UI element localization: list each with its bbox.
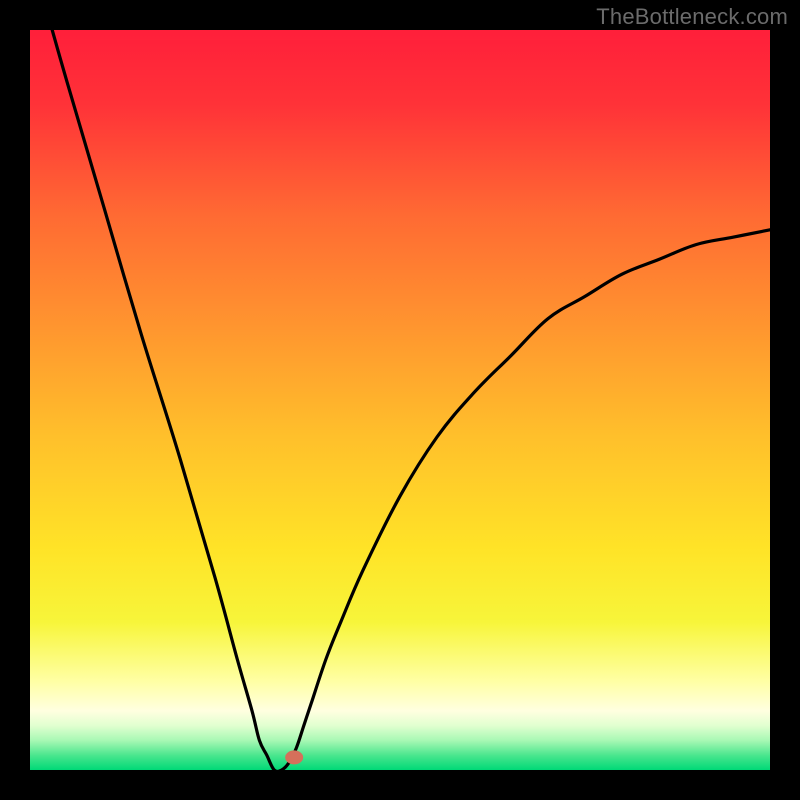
bottleneck-chart — [0, 0, 800, 800]
chart-frame: TheBottleneck.com — [0, 0, 800, 800]
plot-background — [30, 30, 770, 770]
optimal-point-marker — [285, 750, 303, 764]
